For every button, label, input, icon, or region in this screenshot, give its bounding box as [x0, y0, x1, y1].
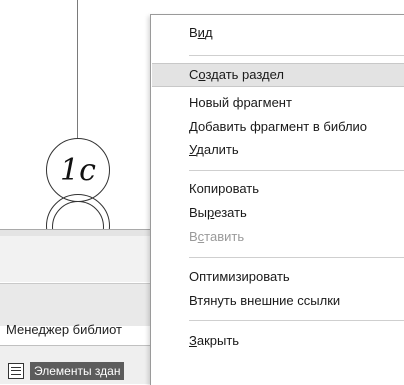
- library-item-building-elements[interactable]: Элементы здан: [8, 361, 168, 381]
- leader-line: [77, 0, 78, 138]
- menu-separator: [189, 257, 404, 258]
- menu-item-pull-external-links[interactable]: Втянуть внешние ссылки: [152, 289, 404, 313]
- menu-item-delete[interactable]: Удалить: [152, 138, 404, 162]
- menu-item-view[interactable]: Вид: [152, 21, 404, 45]
- library-icon: [8, 363, 24, 379]
- menu-separator: [189, 320, 404, 321]
- context-menu: Вид Создать раздел Новый фрагмент Добави…: [150, 14, 404, 385]
- menu-item-add-fragment[interactable]: Добавить фрагмент в библио: [152, 115, 404, 139]
- menu-item-create-section[interactable]: Создать раздел: [152, 63, 404, 87]
- library-manager-title: Менеджер библиот: [6, 322, 122, 337]
- menu-separator: [189, 170, 404, 171]
- marker-circle-1c: 1с: [46, 138, 110, 202]
- menu-separator: [189, 55, 404, 56]
- menu-item-new-fragment[interactable]: Новый фрагмент: [152, 91, 404, 115]
- menu-item-cut[interactable]: Вырезать: [152, 201, 404, 225]
- menu-item-copy[interactable]: Копировать: [152, 177, 404, 201]
- menu-item-optimize[interactable]: Оптимизировать: [152, 265, 404, 289]
- menu-item-paste: Вставить: [189, 229, 245, 244]
- menu-item-close[interactable]: Закрыть: [152, 329, 404, 353]
- library-item-label: Элементы здан: [30, 362, 125, 380]
- marker-label: 1с: [60, 152, 96, 188]
